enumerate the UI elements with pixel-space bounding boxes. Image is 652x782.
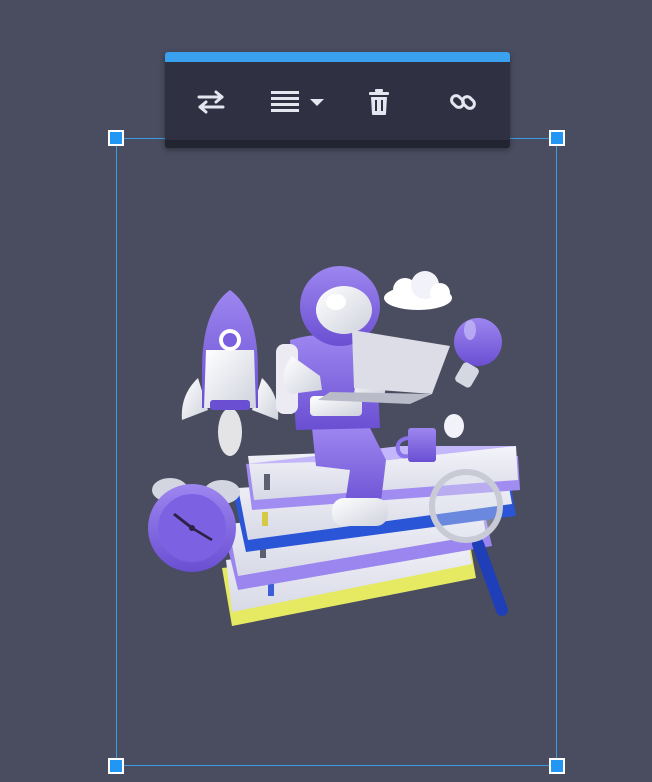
resize-handle-top-right[interactable] [549, 130, 565, 146]
align-lines-icon [271, 91, 299, 112]
image-toolbar [165, 52, 510, 148]
insert-link-button[interactable] [441, 74, 485, 130]
resize-handle-bottom-left[interactable] [108, 758, 124, 774]
align-dropdown-button[interactable] [265, 74, 331, 130]
replace-arrows-icon [197, 90, 225, 114]
chevron-down-icon [310, 99, 324, 106]
delete-image-button[interactable] [357, 74, 401, 130]
link-icon [450, 94, 476, 110]
trash-icon [369, 89, 389, 115]
editor-canvas [0, 0, 652, 782]
toolbar-accent-bar [165, 52, 510, 62]
resize-handle-top-left[interactable] [108, 130, 124, 146]
selection-frame [116, 138, 557, 766]
toolbar-bottom-edge [165, 140, 510, 148]
resize-handle-bottom-right[interactable] [549, 758, 565, 774]
replace-image-button[interactable] [189, 74, 233, 130]
